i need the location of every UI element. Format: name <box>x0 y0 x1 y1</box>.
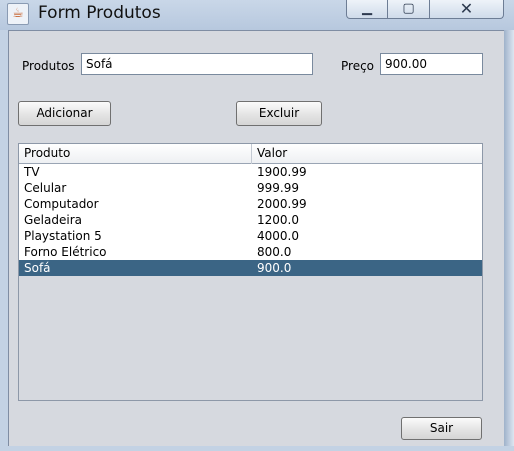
column-header-produto[interactable]: Produto <box>19 144 252 164</box>
table-row[interactable]: Celular 999.99 <box>19 180 482 196</box>
cell-valor: 4000.0 <box>257 229 299 243</box>
cell-produto: Celular <box>24 181 67 195</box>
java-cup-icon: ☕ <box>7 3 29 25</box>
table-header: Produto Valor <box>19 144 482 164</box>
title-bar[interactable]: ☕ Form Produtos ▁ ▢ ✕ <box>0 0 514 30</box>
cell-produto: TV <box>24 165 40 179</box>
preco-input[interactable] <box>380 53 483 75</box>
cell-produto: Sofá <box>24 261 51 275</box>
table-body: TV 1900.99 Celular 999.99 Computador 200… <box>19 164 482 276</box>
window-title: Form Produtos <box>38 3 161 23</box>
preco-label: Preço <box>341 59 375 73</box>
cell-produto: Computador <box>24 197 99 211</box>
produto-label: Produtos <box>22 59 75 73</box>
cell-valor: 800.0 <box>257 245 292 259</box>
cell-valor: 2000.99 <box>257 197 307 211</box>
table-row[interactable]: Geladeira 1200.0 <box>19 212 482 228</box>
close-icon: ✕ <box>459 0 474 18</box>
table-row[interactable]: Computador 2000.99 <box>19 196 482 212</box>
table-row[interactable]: TV 1900.99 <box>19 164 482 180</box>
produtos-table[interactable]: Produto Valor TV 1900.99 Celular 999.99 … <box>18 143 483 401</box>
window-frame-bottom <box>0 446 514 451</box>
column-header-valor[interactable]: Valor <box>252 144 482 164</box>
sair-button[interactable]: Sair <box>401 417 482 440</box>
maximize-icon: ▢ <box>402 1 415 16</box>
window-frame-right <box>504 30 514 451</box>
cell-valor: 1200.0 <box>257 213 299 227</box>
cell-produto: Geladeira <box>24 213 82 227</box>
minimize-icon: ▁ <box>362 1 372 16</box>
cell-valor: 1900.99 <box>257 165 307 179</box>
form-content: Produtos Preço Adicionar Excluir Produto… <box>8 30 504 446</box>
excluir-button[interactable]: Excluir <box>236 101 322 126</box>
minimize-button[interactable]: ▁ <box>346 0 388 19</box>
cell-valor: 999.99 <box>257 181 299 195</box>
cell-produto: Forno Elétrico <box>24 245 107 259</box>
produto-input[interactable] <box>81 53 313 75</box>
window-frame-left <box>0 30 8 451</box>
table-row-selected[interactable]: Sofá 900.0 <box>19 260 482 276</box>
cell-produto: Playstation 5 <box>24 229 102 243</box>
close-button[interactable]: ✕ <box>430 0 504 19</box>
table-row[interactable]: Forno Elétrico 800.0 <box>19 244 482 260</box>
cell-valor: 900.0 <box>257 261 292 275</box>
maximize-button[interactable]: ▢ <box>388 0 430 19</box>
table-row[interactable]: Playstation 5 4000.0 <box>19 228 482 244</box>
adicionar-button[interactable]: Adicionar <box>18 101 111 126</box>
